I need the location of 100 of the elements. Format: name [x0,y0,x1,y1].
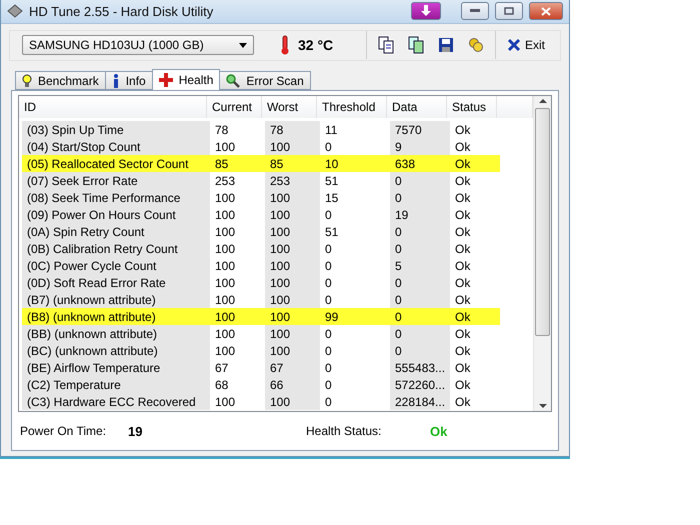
tab[interactable]: Health [152,69,220,90]
table-row[interactable]: (0D) Soft Read Error Rate 100 100 0 0 Ok [22,274,500,292]
table-row[interactable]: (05) Reallocated Sector Count 85 85 10 638 Ok [22,155,500,172]
column-header[interactable]: Status [447,96,497,118]
coins-icon[interactable] [468,37,484,54]
table-cell: (09) Power On Hours Count [22,206,210,224]
table-cell-text: 10 [324,156,340,172]
table-cell: 100 [265,206,320,224]
table-cell: 0 [390,291,450,308]
table-cell-text: 85 [214,156,230,172]
table-cell: 0 [390,189,450,206]
download-button[interactable] [411,2,441,20]
app-icon [7,4,23,18]
table-cell: 572260... [390,376,450,394]
table-cell: 7570 [390,121,450,138]
table-cell: 0 [390,274,450,292]
table-cell: 0 [390,342,450,360]
exit-button[interactable]: Exit [506,38,545,52]
table-cell: 555483... [390,359,450,376]
table-cell-text: (05) Reallocated Sector Count [26,156,190,172]
table-row[interactable]: (B8) (unknown attribute) 100 100 99 0 Ok [22,308,500,326]
table-cell-text: (B8) (unknown attribute) [26,308,157,326]
table-cell-text: 100 [269,308,292,326]
minimize-button[interactable] [461,2,489,20]
search-icon [226,74,240,88]
table-row[interactable]: (BB) (unknown attribute) 100 100 0 0 Ok [22,325,500,342]
table-cell: (0C) Power Cycle Count [22,257,210,274]
table-cell: 5 [390,257,450,274]
table-cell: 100 [265,342,320,360]
close-button[interactable] [529,2,563,20]
copy-all-icon[interactable] [408,36,424,54]
table-cell: (BE) Airflow Temperature [22,359,210,376]
power-on-value: 19 [128,424,144,439]
table-cell: 253 [265,172,320,190]
table-cell: 78 [265,121,320,138]
table-cell: (08) Seek Time Performance [22,189,210,206]
table-cell-text: Ok [454,156,472,172]
table-row[interactable]: (B7) (unknown attribute) 100 100 0 0 Ok [22,291,500,308]
table-cell: (B7) (unknown attribute) [22,291,210,308]
table-row[interactable]: (0C) Power Cycle Count 100 100 0 5 Ok [22,257,500,274]
table-row[interactable]: (BE) Airflow Temperature 67 67 0 555483... Ok [22,359,500,376]
window-title: HD Tune 2.55 - Hard Disk Utility [29,4,214,19]
table-cell-text: 85 [269,156,284,172]
table-row[interactable]: (07) Seek Error Rate 253 253 51 0 Ok [22,172,500,190]
tab[interactable]: Info [104,71,153,90]
download-icon [420,5,432,18]
table-cell-text: 0 [394,308,403,326]
table-cell: (C2) Temperature [22,376,210,394]
maximize-button[interactable] [495,2,523,20]
table-cell: 100 [265,257,320,274]
table-cell-text: Ok [454,308,472,326]
table-cell: (0A) Spin Retry Count [22,223,210,240]
table-cell-text: 638 [394,156,416,172]
table-cell: 100 [265,274,320,292]
table-cell: 100 [265,291,320,308]
table-cell: 228184... [390,393,450,410]
drive-dropdown[interactable]: SAMSUNG HD103UJ (1000 GB) [22,35,254,56]
table-cell: 100 [265,138,320,156]
scrollbar[interactable] [533,96,551,412]
table-row[interactable]: (0B) Calibration Retry Count 100 100 0 0 Ok [22,240,500,258]
table-cell: (0B) Calibration Retry Count [22,240,210,258]
column-header[interactable]: Worst [262,96,317,118]
table-cell: 19 [390,206,450,224]
table-cell: 0 [390,325,450,342]
table-cell: (BB) (unknown attribute) [22,325,210,342]
copy-icon[interactable] [378,36,394,54]
table-row[interactable]: (C2) Temperature 68 66 0 572260... Ok [22,376,500,394]
close-icon [506,38,521,52]
close-icon [541,6,551,16]
table-row[interactable]: (C3) Hardware ECC Recovered 100 100 0 228184... Ok [22,393,500,410]
caret-icon [239,42,247,48]
save-icon[interactable] [438,37,454,54]
table-cell-text: 99 [324,308,340,326]
table-cell: 100 [265,325,320,342]
column-header[interactable]: Data [387,96,447,118]
table-cell: 67 [265,359,320,376]
table-row[interactable]: (0A) Spin Retry Count 100 100 51 0 Ok [22,223,500,240]
health-status-value: Ok [430,424,448,439]
tab[interactable]: Error Scan [219,71,311,90]
table-cell: 100 [265,393,320,410]
temperature-reading: 32 °C [298,37,334,54]
table-row[interactable]: (BC) (unknown attribute) 100 100 0 0 Ok [22,342,500,360]
table-cell: 0 [390,172,450,190]
table-cell: (04) Start/Stop Count [22,138,210,156]
table-cell: 9 [390,138,450,156]
table-cell: 0 [390,223,450,240]
column-header[interactable]: Threshold [317,96,387,118]
table-row[interactable]: (08) Seek Time Performance 100 100 15 0 Ok [22,189,500,206]
power-on-label: Power On Time: [20,424,108,438]
column-header[interactable]: Current [207,96,262,118]
tab[interactable]: Benchmark [15,71,106,90]
info-icon [112,74,120,88]
table-row[interactable]: (04) Start/Stop Count 100 100 0 9 Ok [22,138,500,156]
cross-icon [158,73,173,88]
column-header[interactable]: ID [19,96,207,118]
health-status-label: Health Status: [306,424,382,438]
table-row[interactable]: (03) Spin Up Time 78 78 11 7570 Ok [22,121,500,138]
scrollbar-thumb[interactable] [535,108,550,336]
table-row[interactable]: (09) Power On Hours Count 100 100 0 19 Ok [22,206,500,224]
thermometer-icon [280,35,290,56]
